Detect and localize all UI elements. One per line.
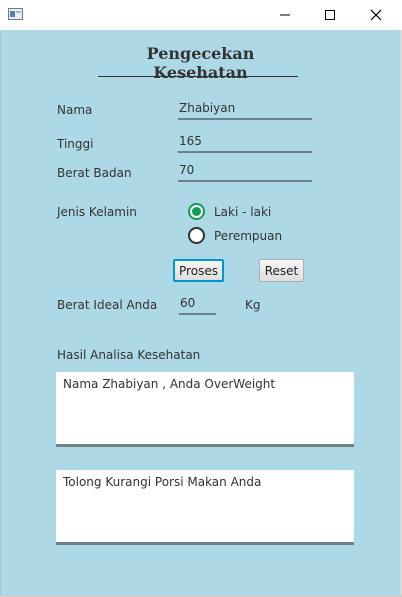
maximize-button[interactable] — [307, 0, 353, 30]
radio-female-label: Perempuan — [214, 228, 283, 243]
radio-female-circle[interactable] — [188, 227, 205, 244]
maximize-icon — [325, 10, 335, 20]
close-button[interactable] — [353, 0, 399, 30]
analysis-result-textarea[interactable]: Nama Zhabiyan , Anda OverWeight — [56, 372, 354, 447]
ideal-weight-field[interactable]: 60 — [179, 295, 216, 315]
height-field[interactable]: 165 — [178, 133, 312, 153]
advice-textarea[interactable]: Tolong Kurangi Porsi Makan Anda — [56, 470, 354, 545]
gender-label: Jenis Kelamin — [57, 205, 137, 219]
ideal-weight-label: Berat Ideal Anda — [57, 298, 158, 312]
height-label: Tinggi — [57, 137, 94, 151]
radio-male-circle[interactable] — [188, 203, 205, 220]
reset-button[interactable]: Reset — [259, 259, 304, 282]
weight-label: Berat Badan — [57, 166, 132, 180]
process-button[interactable]: Proses — [173, 259, 224, 282]
window-titlebar[interactable] — [0, 0, 402, 30]
radio-male[interactable]: Laki - laki — [188, 203, 271, 220]
radio-male-label: Laki - laki — [214, 204, 272, 219]
radio-female[interactable]: Perempuan — [188, 227, 282, 244]
analysis-label: Hasil Analisa Kesehatan — [57, 348, 201, 362]
minimize-button[interactable] — [262, 0, 308, 30]
radio-selected-dot — [192, 207, 201, 216]
app-icon — [8, 8, 23, 20]
close-icon — [370, 9, 382, 21]
title-underline — [98, 76, 298, 77]
ideal-weight-unit: Kg — [245, 298, 261, 312]
name-field[interactable]: Zhabiyan — [178, 100, 312, 120]
name-label: Nama — [57, 103, 93, 117]
weight-field[interactable]: 70 — [178, 162, 312, 182]
minimize-icon — [280, 14, 290, 16]
